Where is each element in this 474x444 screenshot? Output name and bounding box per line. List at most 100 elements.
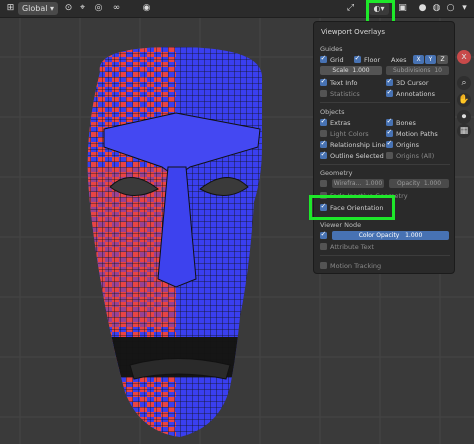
relationship-lines-toggle[interactable]: Relationship Lines [320,139,389,149]
light-colors-label: Light Colors [330,129,369,138]
extras-toggle[interactable]: Extras [320,117,351,127]
attribute-text-checkbox[interactable] [320,243,327,250]
wireframe-toggle[interactable] [320,179,330,188]
shading-material-icon[interactable]: ◍ [430,2,443,15]
floor-toggle[interactable]: Floor [354,54,381,64]
scale-slider[interactable]: Scale 1.000 [320,66,382,75]
subdivisions-label: Subdivisions [393,67,431,74]
motion-tracking-label: Motion Tracking [330,261,382,270]
divider [320,102,450,103]
text-info-checkbox[interactable] [320,77,327,86]
subdivisions-value: 10 [434,67,442,74]
statistics-toggle[interactable]: Statistics [320,89,360,98]
guides-heading: Guides [320,45,343,53]
wireframe-value: 1.000 [365,180,383,187]
pivot-icon[interactable]: ⊙ [62,2,75,15]
origins-toggle[interactable]: Origins [386,139,420,149]
motion-paths-checkbox[interactable] [386,128,393,137]
color-opacity-checkbox[interactable] [320,230,327,239]
proportional-edit-icon[interactable]: ◎ [92,2,105,15]
grid-toggle[interactable]: Grid [320,54,344,64]
text-info-toggle[interactable]: Text Info [320,77,358,87]
view-icon[interactable]: ◉ [140,2,153,15]
wireframe-slider[interactable]: Wirefra... 1.000 [332,179,384,188]
transform-icon[interactable]: ⊞ [4,2,17,15]
panel-title: Viewport Overlays [321,28,386,36]
statistics-checkbox[interactable] [320,90,327,97]
cursor-toggle[interactable]: 3D Cursor [386,77,429,87]
transform-orientation-dropdown[interactable]: Global ▾ [18,2,58,15]
opacity-label: Opacity [396,180,421,187]
viewer-node-heading: Viewer Node [320,221,362,229]
annotations-label: Annotations [396,89,436,98]
subdivisions-slider[interactable]: Subdivisions 10 [386,66,449,75]
motion-tracking-checkbox[interactable] [320,262,327,269]
origins-all-toggle[interactable]: Origins (All) [386,151,434,160]
annotations-toggle[interactable]: Annotations [386,88,436,98]
divider [320,164,450,165]
axes-label: Axes [391,56,407,64]
attribute-text-toggle[interactable]: Attribute Text [320,242,374,251]
color-opacity-slider[interactable]: Color Opacity 1.000 [332,231,449,240]
color-opacity-value: 1.000 [405,232,423,239]
camera-icon[interactable]: ⏺ [457,110,471,124]
opacity-value: 1.000 [423,180,442,187]
scale-label: Scale [332,67,349,74]
snap-icon[interactable]: ⌖ [76,2,89,15]
origins-all-checkbox[interactable] [386,152,393,159]
color-opacity-label: Color Opacity [358,232,400,239]
link-icon[interactable]: ∞ [110,2,123,15]
wireframe-label: Wirefra... [333,180,362,187]
viewport-overlays-panel: Viewport Overlays Guides Grid Floor Axes… [313,21,455,274]
floor-label: Floor [364,55,381,64]
viewport-header: ⊞ Global ▾ ⊙ ⌖ ◎ ∞ ◉ ⤢ ◐▾ ▣ ● ◍ ○ ▾ [0,0,474,18]
relationship-lines-label: Relationship Lines [330,140,389,149]
axis-x-button[interactable]: X [413,55,424,64]
shading-rendered-icon[interactable]: ○ [444,2,457,15]
text-info-label: Text Info [330,78,358,87]
statistics-label: Statistics [330,89,360,98]
gizmo-icon[interactable]: ⤢ [344,2,357,15]
transform-orientation-label: Global [21,4,48,13]
divider [320,255,450,256]
cursor-checkbox[interactable] [386,77,393,86]
extras-checkbox[interactable] [320,117,327,126]
motion-tracking-toggle[interactable]: Motion Tracking [320,261,381,270]
opacity-slider[interactable]: Opacity 1.000 [389,179,449,188]
bones-toggle[interactable]: Bones [386,117,416,127]
shading-solid-icon[interactable]: ● [416,2,429,15]
scale-value: 1.000 [352,67,370,74]
shading-options-icon[interactable]: ▾ [458,2,471,15]
color-opacity-toggle[interactable] [320,230,330,240]
xray-icon[interactable]: ▣ [396,2,409,15]
grid-label: Grid [330,55,344,64]
perspective-grid-icon[interactable]: ▦ [457,124,471,138]
light-colors-checkbox[interactable] [320,130,327,137]
attribute-text-label: Attribute Text [330,242,374,251]
outline-selected-checkbox[interactable] [320,150,327,159]
relationship-lines-checkbox[interactable] [320,139,327,148]
motion-paths-toggle[interactable]: Motion Paths [386,128,438,138]
origins-all-label: Origins (All) [396,151,435,160]
axis-y-button[interactable]: Y [425,55,436,64]
extras-label: Extras [330,118,351,127]
floor-checkbox[interactable] [354,54,361,63]
bones-label: Bones [396,118,416,127]
wireframe-checkbox[interactable] [320,180,327,187]
cursor-label: 3D Cursor [396,78,429,87]
zoom-icon[interactable]: ⌕ [457,76,471,90]
light-colors-toggle[interactable]: Light Colors [320,129,369,138]
annotations-checkbox[interactable] [386,88,393,97]
grid-checkbox[interactable] [320,54,327,63]
outline-selected-toggle[interactable]: Outline Selected [320,150,384,160]
highlight-face-orientation [309,195,395,220]
origins-label: Origins [396,140,420,149]
axis-z-button[interactable]: Z [437,55,448,64]
motion-paths-label: Motion Paths [396,129,438,138]
origins-checkbox[interactable] [386,139,393,148]
axis-gizmo-x[interactable]: x [457,50,471,64]
pan-hand-icon[interactable]: ✋ [457,93,471,107]
bones-checkbox[interactable] [386,117,393,126]
objects-heading: Objects [320,108,345,116]
geometry-heading: Geometry [320,169,353,177]
